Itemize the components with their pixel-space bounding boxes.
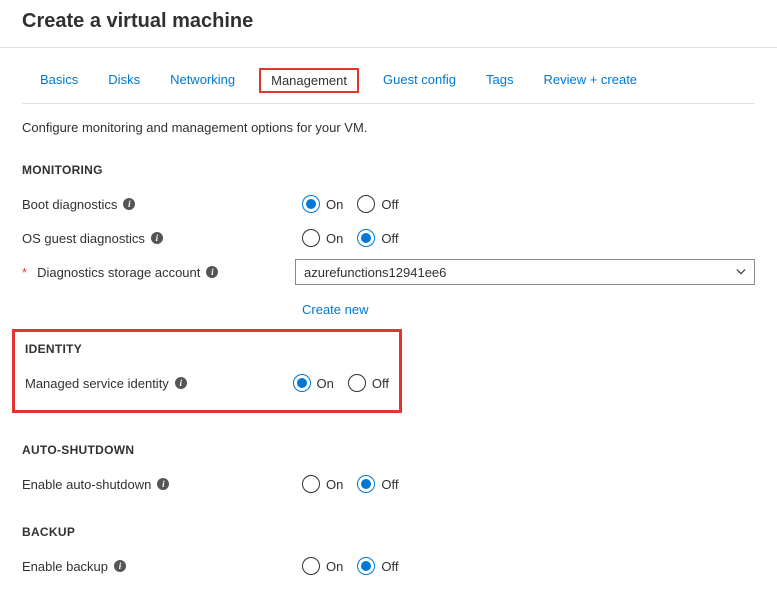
tab-disks[interactable]: Disks <box>102 68 146 99</box>
info-icon[interactable]: i <box>114 560 126 572</box>
required-mark: * <box>22 265 27 280</box>
tabs-bar: Basics Disks Networking Management Guest… <box>22 48 755 104</box>
tab-basics[interactable]: Basics <box>34 68 84 99</box>
row-backup: Enable backup i On Off <box>22 549 755 583</box>
info-icon[interactable]: i <box>151 232 163 244</box>
radio-label: Off <box>381 477 398 492</box>
label-auto-shutdown: Enable auto-shutdown <box>22 477 151 492</box>
info-icon[interactable]: i <box>123 198 135 210</box>
radio-label: On <box>326 477 343 492</box>
os-guest-diag-off[interactable]: Off <box>357 229 398 247</box>
radio-label: On <box>317 376 334 391</box>
info-icon[interactable]: i <box>175 377 187 389</box>
row-create-new: Create new <box>22 289 755 323</box>
tab-guest-config[interactable]: Guest config <box>377 68 462 99</box>
auto-shutdown-on[interactable]: On <box>302 475 343 493</box>
tab-review-create[interactable]: Review + create <box>537 68 643 99</box>
info-icon[interactable]: i <box>206 266 218 278</box>
page-title: Create a virtual machine <box>0 0 777 47</box>
section-identity: IDENTITY <box>25 342 389 366</box>
tab-networking[interactable]: Networking <box>164 68 241 99</box>
boot-diag-off[interactable]: Off <box>357 195 398 213</box>
identity-highlight: IDENTITY Managed service identity i On O… <box>12 329 402 413</box>
chevron-down-icon <box>736 267 746 277</box>
os-guest-diag-on[interactable]: On <box>302 229 343 247</box>
radio-label: On <box>326 231 343 246</box>
auto-shutdown-off[interactable]: Off <box>357 475 398 493</box>
label-diag-storage: Diagnostics storage account <box>37 265 200 280</box>
row-msi: Managed service identity i On Off <box>25 366 389 400</box>
section-monitoring: MONITORING <box>22 155 755 187</box>
label-os-guest-diagnostics: OS guest diagnostics <box>22 231 145 246</box>
tab-management[interactable]: Management <box>259 68 359 93</box>
row-os-guest-diagnostics: OS guest diagnostics i On Off <box>22 221 755 255</box>
section-backup: BACKUP <box>22 517 755 549</box>
tab-tags[interactable]: Tags <box>480 68 519 99</box>
radio-label: Off <box>381 197 398 212</box>
backup-on[interactable]: On <box>302 557 343 575</box>
label-msi: Managed service identity <box>25 376 169 391</box>
radio-label: On <box>326 197 343 212</box>
radio-label: Off <box>381 559 398 574</box>
select-value: azurefunctions12941ee6 <box>304 265 446 280</box>
row-auto-shutdown: Enable auto-shutdown i On Off <box>22 467 755 501</box>
msi-on[interactable]: On <box>293 374 334 392</box>
label-boot-diagnostics: Boot diagnostics <box>22 197 117 212</box>
backup-off[interactable]: Off <box>357 557 398 575</box>
boot-diag-on[interactable]: On <box>302 195 343 213</box>
diag-storage-select[interactable]: azurefunctions12941ee6 <box>295 259 755 285</box>
info-icon[interactable]: i <box>157 478 169 490</box>
create-new-link[interactable]: Create new <box>302 296 368 317</box>
radio-label: Off <box>372 376 389 391</box>
row-diag-storage: * Diagnostics storage account i azurefun… <box>22 255 755 289</box>
tab-description: Configure monitoring and management opti… <box>22 104 755 155</box>
row-boot-diagnostics: Boot diagnostics i On Off <box>22 187 755 221</box>
label-backup: Enable backup <box>22 559 108 574</box>
radio-label: On <box>326 559 343 574</box>
msi-off[interactable]: Off <box>348 374 389 392</box>
radio-label: Off <box>381 231 398 246</box>
section-auto-shutdown: AUTO-SHUTDOWN <box>22 435 755 467</box>
